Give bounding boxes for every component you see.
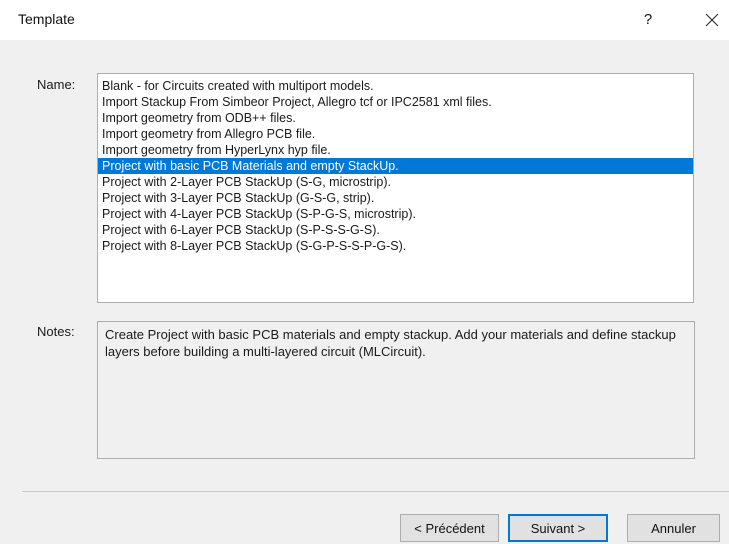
list-item[interactable]: Project with 3-Layer PCB StackUp (G-S-G,… [98,190,693,206]
list-item[interactable]: Import geometry from HyperLynx hyp file. [98,142,693,158]
list-item[interactable]: Project with 2-Layer PCB StackUp (S-G, m… [98,174,693,190]
back-button[interactable]: < Précédent [400,514,499,542]
list-item[interactable]: Project with 4-Layer PCB StackUp (S-P-G-… [98,206,693,222]
list-item[interactable]: Import Stackup From Simbeor Project, All… [98,94,693,110]
list-item[interactable]: Blank - for Circuits created with multip… [98,78,693,94]
notes-label: Notes: [37,324,75,339]
cancel-button[interactable]: Annuler [627,514,720,542]
separator [22,491,729,492]
name-label: Name: [37,77,76,92]
list-item[interactable]: Import geometry from Allegro PCB file. [98,126,693,142]
list-item[interactable]: Project with 6-Layer PCB StackUp (S-P-S-… [98,222,693,238]
close-button[interactable] [697,6,727,34]
title-bar[interactable]: Template ? [0,0,729,40]
window-title: Template [18,11,75,27]
template-listbox[interactable]: Blank - for Circuits created with multip… [97,73,694,303]
help-button[interactable]: ? [633,6,663,34]
notes-textbox: Create Project with basic PCB materials … [97,321,695,459]
list-item[interactable]: Project with 8-Layer PCB StackUp (S-G-P-… [98,238,693,254]
list-item[interactable]: Import geometry from ODB++ files. [98,110,693,126]
close-icon [705,13,719,27]
dialog-body: Name: Blank - for Circuits created with … [0,40,729,544]
next-button[interactable]: Suivant > [508,514,608,542]
list-item-selected[interactable]: Project with basic PCB Materials and emp… [98,158,693,174]
